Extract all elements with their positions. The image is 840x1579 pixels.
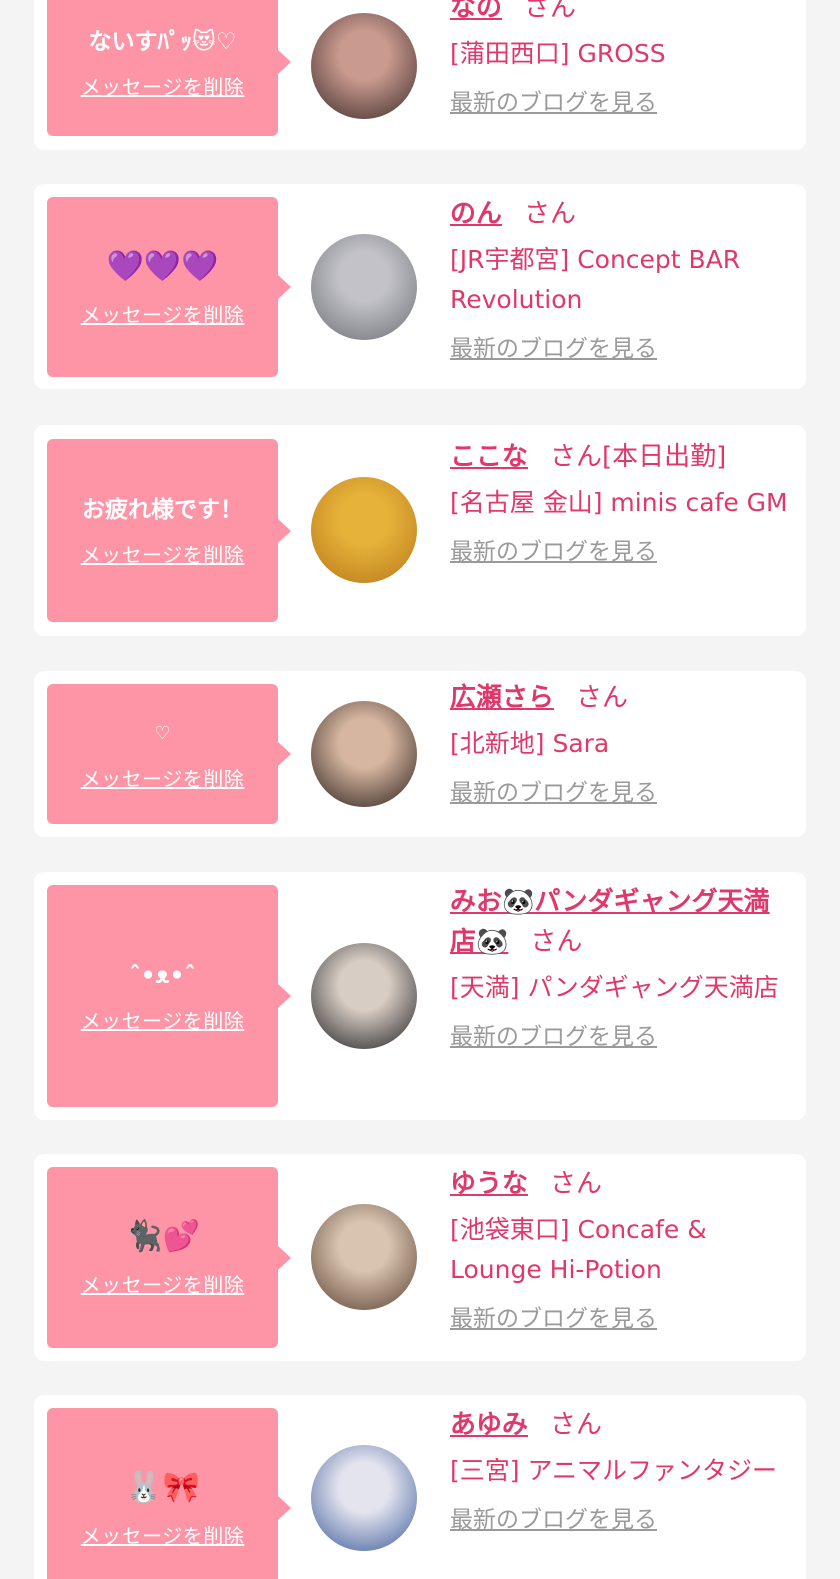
delete-message-link[interactable]: メッセージを削除 xyxy=(81,763,245,792)
shop-name: [天満] パンダギャング天満店 xyxy=(450,973,779,1002)
status-badge: [本日出勤] xyxy=(602,442,727,472)
honorific: さん xyxy=(524,199,577,229)
message-card: ないすﾊﾟｯ😻♡ メッセージを削除 なの さん [蒲田西口] GROSS 最新のブ… xyxy=(34,0,806,150)
message-card: 🐈‍⬛💕 メッセージを削除 ゆうな さん [池袋東口] Concafe & Lou… xyxy=(34,1154,806,1361)
sender-info: なの さん [蒲田西口] GROSS 最新のブログを見る xyxy=(450,0,795,120)
avatar[interactable] xyxy=(311,234,417,340)
delete-message-link[interactable]: メッセージを削除 xyxy=(81,299,245,328)
avatar[interactable] xyxy=(311,701,417,807)
delete-message-link[interactable]: メッセージを削除 xyxy=(81,539,245,568)
message-text: 🐰🎀 xyxy=(125,1469,200,1505)
sender-name-link[interactable]: ゆうな xyxy=(450,1169,528,1199)
message-bubble: ないすﾊﾟｯ😻♡ メッセージを削除 xyxy=(47,0,291,136)
avatar[interactable] xyxy=(311,13,417,119)
avatar-photo-icon xyxy=(311,701,417,807)
sender-info: のん さん [JR宇都宮] Concept BAR Revolution 最新のブ… xyxy=(450,194,795,366)
name-row: ゆうな さん xyxy=(450,1164,795,1204)
message-text: 🐈‍⬛💕 xyxy=(125,1219,200,1254)
name-row: みお🐼パンダギャング天満店🐼 さん xyxy=(450,882,795,962)
message-text: ♡ xyxy=(154,722,171,744)
shop-name: [名古屋 金山] minis cafe GM xyxy=(450,488,788,517)
avatar[interactable] xyxy=(311,1204,417,1310)
sender-name-link[interactable]: みお🐼パンダギャング天満店🐼 xyxy=(450,887,770,957)
name-row: のん さん xyxy=(450,194,795,234)
avatar-photo-icon xyxy=(311,943,417,1049)
honorific: さん xyxy=(550,1410,603,1440)
shop-name: [JR宇都宮] Concept BAR Revolution xyxy=(450,245,741,314)
delete-message-link[interactable]: メッセージを削除 xyxy=(81,1005,245,1034)
shop-name: [池袋東口] Concafe & Lounge Hi-Potion xyxy=(450,1215,707,1284)
blog-link[interactable]: 最新のブログを見る xyxy=(450,1503,657,1537)
message-card: お疲れ様です！ メッセージを削除 ここな さん[本日出勤] [名古屋 金山] mi… xyxy=(34,425,806,636)
name-row: あゆみ さん xyxy=(450,1405,795,1445)
shop-name: [北新地] Sara xyxy=(450,729,610,758)
sender-name-link[interactable]: なの xyxy=(450,0,502,23)
avatar-photo-icon xyxy=(311,1445,417,1551)
avatar[interactable] xyxy=(311,477,417,583)
avatar-photo-icon xyxy=(311,1204,417,1310)
message-bubble: 🐈‍⬛💕 メッセージを削除 xyxy=(47,1167,291,1348)
message-bubble: ˆ•ᴥ•ˆ メッセージを削除 xyxy=(47,885,291,1107)
sender-info: ここな さん[本日出勤] [名古屋 金山] minis cafe GM 最新のブロ… xyxy=(450,437,795,569)
message-text: 💜💜💜 xyxy=(106,248,219,284)
blog-link[interactable]: 最新のブログを見る xyxy=(450,86,657,120)
delete-message-link[interactable]: メッセージを削除 xyxy=(81,71,245,100)
sender-name-link[interactable]: ここな xyxy=(450,442,528,472)
message-list: ないすﾊﾟｯ😻♡ メッセージを削除 なの さん [蒲田西口] GROSS 最新のブ… xyxy=(0,0,840,1579)
avatar[interactable] xyxy=(311,1445,417,1551)
honorific: さん xyxy=(550,1169,603,1199)
shop-name: [三宮] アニマルファンタジー xyxy=(450,1456,777,1485)
shop-name: [蒲田西口] GROSS xyxy=(450,39,666,68)
blog-link[interactable]: 最新のブログを見る xyxy=(450,1302,657,1336)
message-card: ˆ•ᴥ•ˆ メッセージを削除 みお🐼パンダギャング天満店🐼 さん [天満] パンダ… xyxy=(34,872,806,1120)
sender-info: ゆうな さん [池袋東口] Concafe & Lounge Hi-Potion … xyxy=(450,1164,795,1336)
sender-info: 広瀬さら さん [北新地] Sara 最新のブログを見る xyxy=(450,678,795,810)
sender-name-link[interactable]: 広瀬さら xyxy=(450,683,554,713)
sender-name-link[interactable]: のん xyxy=(450,199,502,229)
honorific: さん xyxy=(530,927,583,957)
name-row: なの さん xyxy=(450,0,795,28)
name-row: ここな さん[本日出勤] xyxy=(450,437,795,477)
sender-name-link[interactable]: あゆみ xyxy=(450,1410,528,1440)
honorific: さん xyxy=(524,0,577,23)
sender-info: みお🐼パンダギャング天満店🐼 さん [天満] パンダギャング天満店 最新のブログを… xyxy=(450,882,795,1054)
sender-info: あゆみ さん [三宮] アニマルファンタジー 最新のブログを見る xyxy=(450,1405,795,1537)
message-bubble: 🐰🎀 メッセージを削除 xyxy=(47,1408,291,1579)
message-bubble: お疲れ様です！ メッセージを削除 xyxy=(47,439,291,622)
honorific: さん xyxy=(550,442,603,472)
avatar-photo-icon xyxy=(311,234,417,340)
blog-link[interactable]: 最新のブログを見る xyxy=(450,776,657,810)
message-bubble: 💜💜💜 メッセージを削除 xyxy=(47,197,291,377)
message-card: ♡ メッセージを削除 広瀬さら さん [北新地] Sara 最新のブログを見る xyxy=(34,671,806,837)
message-text: お疲れ様です！ xyxy=(82,497,243,523)
message-card: 💜💜💜 メッセージを削除 のん さん [JR宇都宮] Concept BAR Re… xyxy=(34,184,806,389)
avatar-photo-icon xyxy=(311,13,417,119)
avatar[interactable] xyxy=(311,943,417,1049)
honorific: さん xyxy=(576,683,629,713)
delete-message-link[interactable]: メッセージを削除 xyxy=(81,1520,245,1549)
message-card: 🐰🎀 メッセージを削除 あゆみ さん [三宮] アニマルファンタジー 最新のブログ… xyxy=(34,1395,806,1579)
message-text: ˆ•ᴥ•ˆ xyxy=(129,962,196,989)
message-text: ないすﾊﾟｯ😻♡ xyxy=(88,28,237,55)
message-bubble: ♡ メッセージを削除 xyxy=(47,684,291,824)
avatar-photo-icon xyxy=(311,477,417,583)
blog-link[interactable]: 最新のブログを見る xyxy=(450,1020,657,1054)
delete-message-link[interactable]: メッセージを削除 xyxy=(81,1269,245,1298)
name-row: 広瀬さら さん xyxy=(450,678,795,718)
blog-link[interactable]: 最新のブログを見る xyxy=(450,332,657,366)
blog-link[interactable]: 最新のブログを見る xyxy=(450,535,657,569)
